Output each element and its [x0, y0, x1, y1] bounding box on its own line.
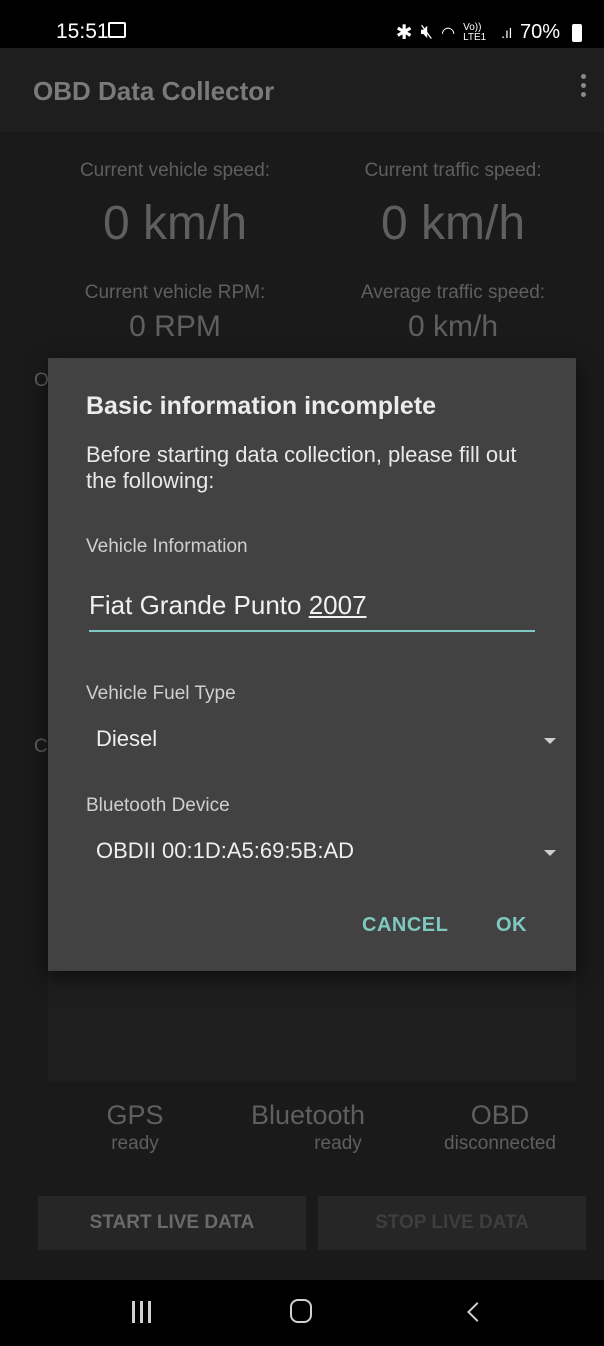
cancel-button[interactable]: CANCEL: [362, 914, 448, 937]
vehicle-info-value: Fiat Grande Punto: [89, 590, 309, 620]
dialog-title: Basic information incomplete: [86, 392, 437, 420]
gps-label: GPS: [106, 1100, 164, 1130]
bluetooth-device-select[interactable]: OBDII 00:1D:A5:69:5B:AD: [86, 832, 556, 872]
app-title: OBD Data Collector: [33, 76, 275, 106]
fuel-type-label: Vehicle Fuel Type: [86, 683, 236, 704]
bluetooth-label: Bluetooth: [250, 1100, 366, 1130]
mute-icon: 🔇︎: [420, 21, 434, 43]
bluetooth-indicator: Bluetooth ready: [228, 1100, 388, 1155]
home-icon[interactable]: [290, 1299, 312, 1323]
bluetooth-icon: ✱: [395, 22, 413, 44]
obd-label: OBD: [470, 1100, 530, 1130]
obd-indicator: OBD disconnected: [420, 1100, 580, 1155]
signal-text: Vo)) LTE1: [463, 21, 487, 43]
vehicle-rpm-value: 0 RPM: [129, 310, 221, 343]
image-notification-icon: [108, 22, 126, 38]
avg-traffic-value: 0 km/h: [407, 310, 499, 343]
bluetooth-state: ready: [314, 1133, 362, 1154]
bluetooth-device-value: OBDII 00:1D:A5:69:5B:AD: [96, 838, 355, 863]
back-icon[interactable]: [467, 1302, 487, 1322]
system-nav-bar: [0, 1280, 604, 1346]
signal-bars-icon: .ıl: [501, 24, 512, 41]
status-bar: 15:51 ✱ 🔇︎ ◠ Vo)) LTE1 .ıl 70%: [0, 0, 604, 48]
app-bar: OBD Data Collector: [0, 48, 604, 132]
partial-section-letter-1: O: [34, 370, 49, 391]
fuel-type-value: Diesel: [96, 726, 158, 751]
log-panel: [48, 971, 576, 1081]
wifi-icon: ◠: [441, 24, 456, 42]
basic-info-dialog: Basic information incomplete Before star…: [48, 358, 576, 971]
status-time: 15:51: [56, 20, 109, 43]
start-live-data-button[interactable]: START LIVE DATA: [38, 1196, 306, 1250]
battery-percent: 70%: [519, 21, 560, 43]
stop-live-data-button[interactable]: STOP LIVE DATA: [318, 1196, 586, 1250]
vehicle-info-input[interactable]: Fiat Grande Punto 2007: [89, 586, 535, 632]
overflow-menu-icon[interactable]: [578, 74, 588, 106]
ok-button[interactable]: OK: [496, 914, 527, 937]
gps-state: ready: [111, 1133, 159, 1154]
bluetooth-dropdown-caret-icon: [544, 850, 556, 856]
traffic-speed-value: 0 km/h: [380, 197, 526, 250]
avg-traffic-label: Average traffic speed:: [360, 282, 546, 303]
vehicle-speed-label: Current vehicle speed:: [79, 160, 271, 181]
bluetooth-device-label: Bluetooth Device: [86, 795, 230, 816]
obd-state: disconnected: [444, 1133, 556, 1154]
vehicle-info-label: Vehicle Information: [86, 536, 248, 557]
dialog-message: Before starting data collection, please …: [86, 442, 517, 493]
battery-icon: [572, 23, 582, 42]
gps-indicator: GPS ready: [60, 1100, 210, 1155]
fuel-dropdown-caret-icon: [544, 738, 556, 744]
status-icons: ✱ 🔇︎ ◠ Vo)) LTE1 .ıl 70%: [396, 20, 582, 45]
traffic-speed-label: Current traffic speed:: [364, 160, 542, 181]
fuel-type-select[interactable]: Diesel: [86, 720, 556, 760]
partial-section-letter-2: C: [34, 736, 48, 757]
vehicle-speed-value: 0 km/h: [102, 197, 248, 250]
vehicle-rpm-label: Current vehicle RPM:: [84, 282, 266, 303]
vehicle-info-year: 2007: [308, 590, 367, 620]
recent-apps-icon[interactable]: [132, 1301, 152, 1323]
